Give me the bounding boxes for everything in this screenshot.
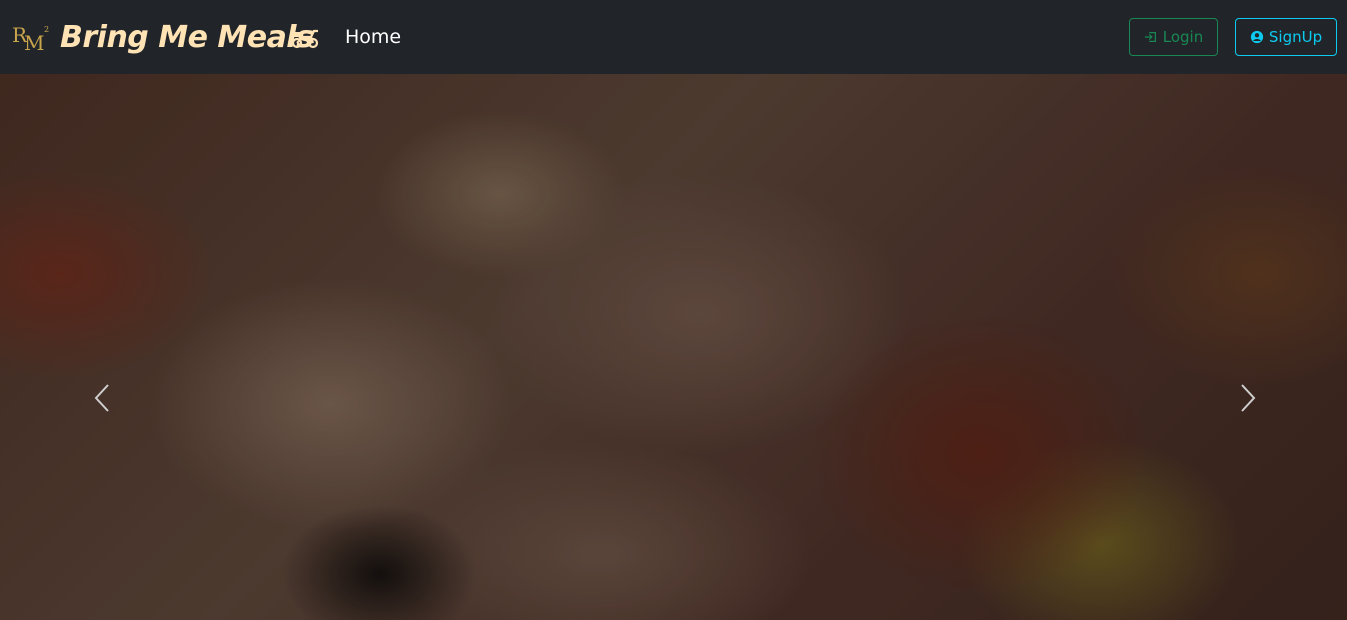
svg-text:2: 2: [44, 25, 49, 34]
login-icon: [1144, 32, 1156, 42]
brand-link[interactable]: R M 2 Bring Me Meals: [12, 14, 314, 60]
login-label: Login: [1162, 28, 1204, 46]
signup-button[interactable]: SignUp: [1235, 18, 1337, 56]
svg-text:M: M: [24, 31, 44, 54]
logo-icon: R M 2: [12, 20, 52, 55]
nav-home-link[interactable]: Home: [345, 24, 401, 50]
signup-label: SignUp: [1268, 28, 1323, 46]
navbar: R M 2 Bring Me Meals Home Login SignUp: [0, 0, 1347, 74]
scooter-icon: [290, 26, 320, 50]
carousel-prev-button[interactable]: [82, 368, 122, 428]
chevron-right-icon: [1241, 384, 1256, 412]
carousel-image: [0, 74, 1347, 620]
brand-name: Bring Me Meals: [60, 19, 314, 55]
login-button[interactable]: Login: [1129, 18, 1218, 56]
chevron-left-icon: [94, 384, 109, 412]
user-circle-icon: [1250, 30, 1264, 44]
hero-carousel: [0, 74, 1347, 620]
carousel-next-button[interactable]: [1228, 368, 1268, 428]
